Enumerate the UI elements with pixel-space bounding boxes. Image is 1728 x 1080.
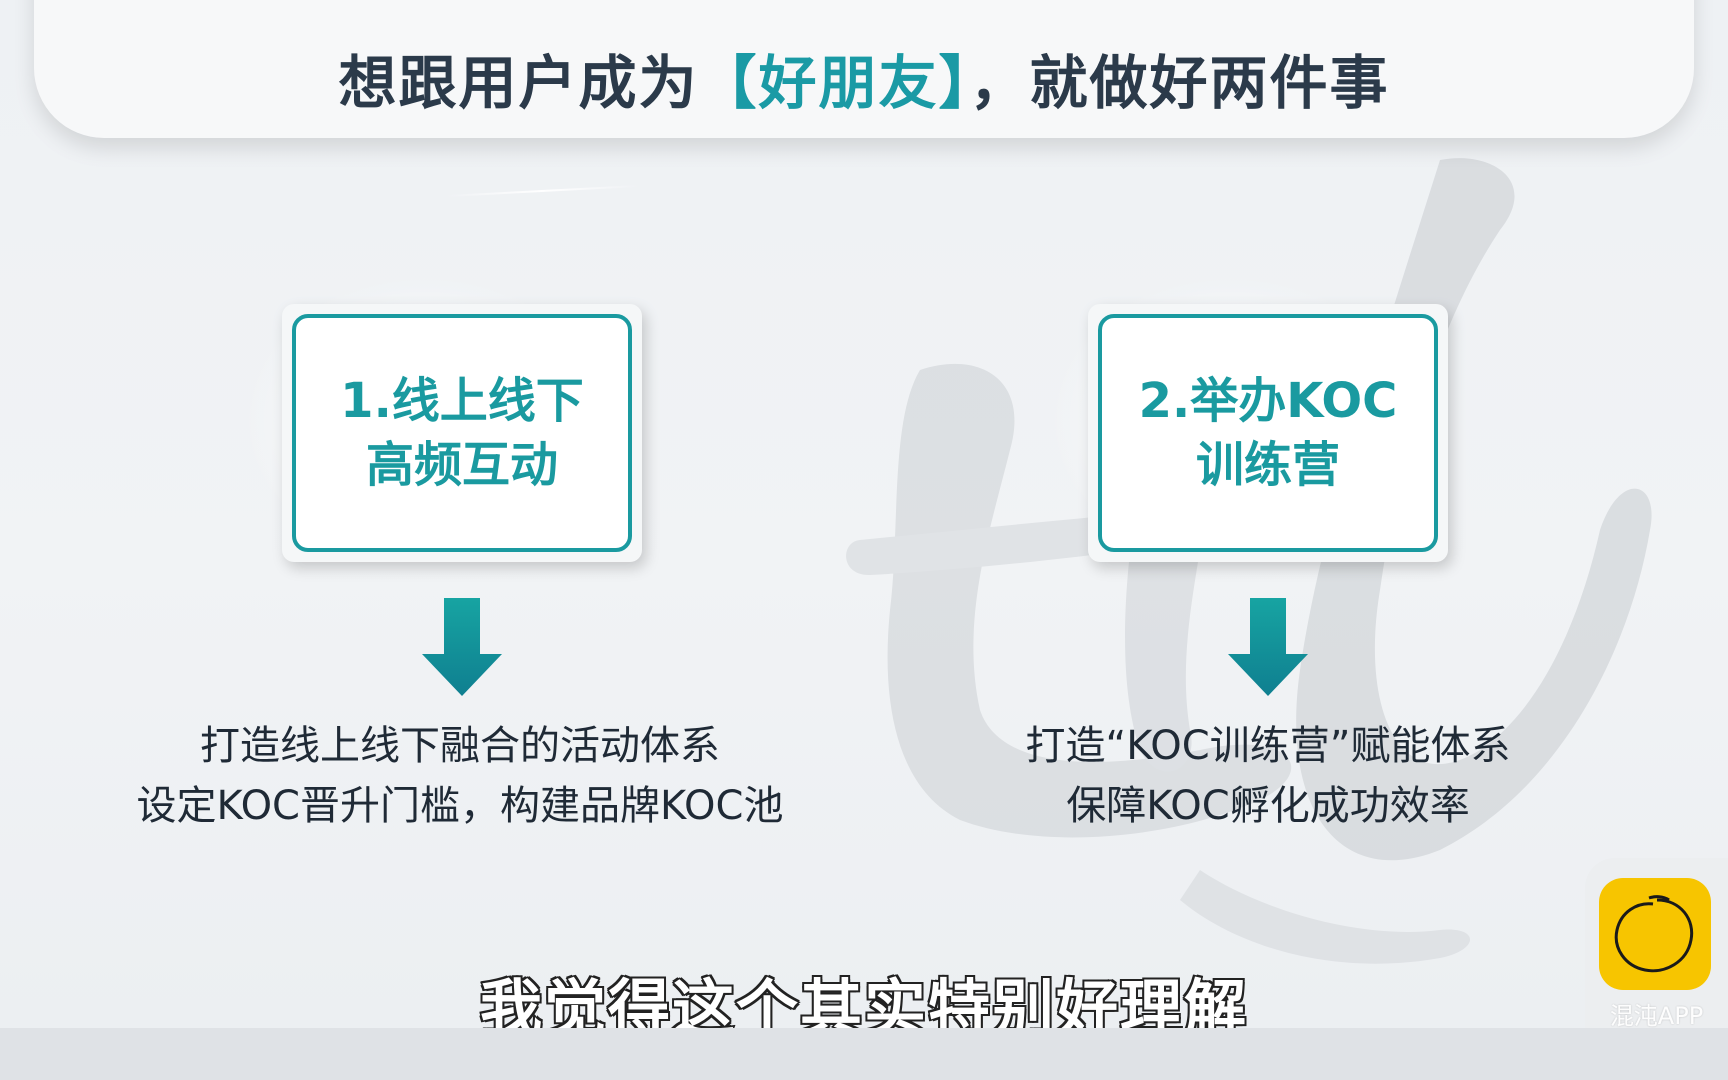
title-accent: 【好朋友】: [698, 49, 970, 117]
page-title: 想跟用户成为【好朋友】，就做好两件事: [0, 36, 1728, 120]
arrow-down-icon: [1228, 598, 1308, 696]
arrow-down-icon: [422, 598, 502, 696]
desc-line: 打造线上线下融合的活动体系: [200, 723, 720, 769]
desc-line: 设定KOC晋升门槛，构建品牌KOC池: [136, 783, 784, 829]
decorative-line: [445, 184, 640, 198]
card-frame: 2.举办KOC 训练营: [1098, 314, 1438, 552]
card-title: 1.线上线下 高频互动: [340, 373, 584, 493]
desc-line: 打造“KOC训练营”赋能体系: [1025, 723, 1511, 769]
slide: 想跟用户成为【好朋友】，就做好两件事 1.线上线下 高频互动 打造线上线下融合的…: [0, 0, 1728, 1028]
bottom-strip: [0, 1028, 1728, 1080]
card-title: 2.举办KOC 训练营: [1138, 373, 1398, 493]
title-prefix: 想跟用户成为: [338, 49, 699, 117]
card-frame: 1.线上线下 高频互动: [292, 314, 632, 552]
card-description: 打造“KOC训练营”赋能体系 保障KOC孵化成功效率: [908, 716, 1628, 836]
card-online-offline: 1.线上线下 高频互动: [282, 304, 642, 562]
desc-line: 保障KOC孵化成功效率: [1066, 783, 1470, 829]
card-description: 打造线上线下融合的活动体系 设定KOC晋升门槛，构建品牌KOC池: [60, 716, 860, 836]
title-suffix: ，就做好两件事: [969, 49, 1390, 117]
video-subtitle: 我觉得这个其实特别好理解: [478, 971, 1248, 1029]
card-koc-camp: 2.举办KOC 训练营: [1088, 304, 1448, 562]
